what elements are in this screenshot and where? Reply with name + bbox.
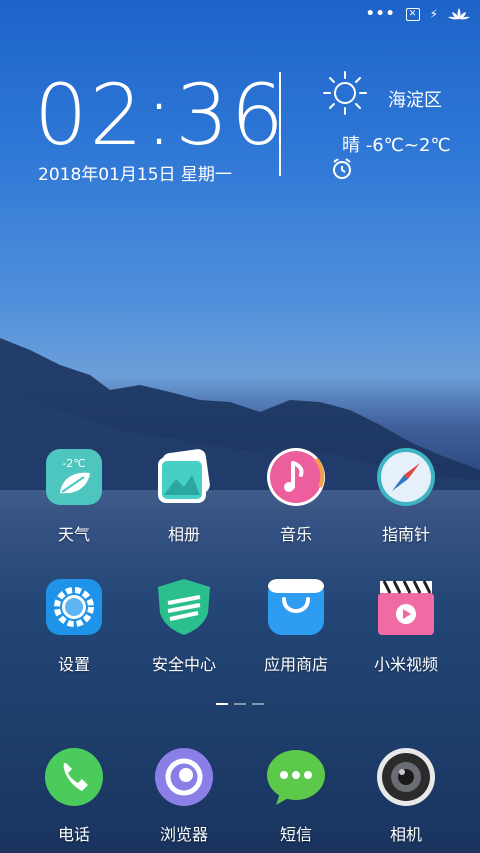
page-indicator	[216, 703, 264, 705]
app-label: 天气	[57, 525, 90, 544]
app-security[interactable]: 安全中心	[129, 577, 239, 675]
app-label: 指南针	[381, 525, 430, 544]
app-compass[interactable]: 指南针	[351, 447, 461, 545]
app-label: 浏览器	[159, 825, 208, 844]
charging-icon: ⚡	[429, 7, 438, 21]
app-label: 短信	[279, 825, 312, 844]
clock-date: 2018年01月15日 星期一	[38, 165, 232, 185]
app-store-icon	[268, 579, 324, 635]
sun-icon	[323, 71, 367, 115]
messages-icon	[267, 750, 325, 805]
camera-icon	[377, 748, 435, 806]
app-label: 安全中心	[151, 655, 216, 674]
clock-time[interactable]: 02:36	[34, 66, 286, 164]
security-icon	[158, 579, 210, 635]
dock-browser[interactable]: 浏览器	[129, 747, 239, 845]
app-label: 设置	[57, 655, 90, 674]
app-label: 相册	[167, 525, 200, 544]
browser-icon	[155, 748, 213, 806]
weather-summary: 晴 -6℃~2℃	[342, 135, 451, 156]
dock-messages[interactable]: 短信	[241, 747, 351, 845]
app-gallery[interactable]: 相册	[129, 447, 239, 545]
compass-icon	[377, 448, 435, 506]
notification-dots-icon: •••	[365, 6, 396, 22]
dock-camera[interactable]: 相机	[351, 747, 461, 845]
status-bar: ••• ✕ ⚡	[366, 4, 470, 24]
settings-icon	[46, 579, 102, 635]
music-icon	[267, 448, 325, 506]
page-dot	[252, 703, 264, 705]
widget-divider	[279, 72, 281, 176]
app-label: 小米视频	[373, 655, 438, 674]
app-label: 电话	[57, 825, 90, 844]
app-label: 音乐	[279, 525, 312, 544]
lotus-icon	[448, 8, 470, 20]
app-store[interactable]: 应用商店	[241, 577, 351, 675]
app-video[interactable]: 小米视频	[351, 577, 461, 675]
video-icon	[378, 580, 434, 635]
weather-district[interactable]: 海淀区	[388, 86, 442, 112]
page-dot	[234, 703, 246, 705]
app-music[interactable]: 音乐	[241, 447, 351, 545]
alarm-clock-icon[interactable]	[332, 158, 352, 180]
sim-disabled-icon: ✕	[405, 7, 420, 21]
gallery-icon	[158, 449, 210, 503]
svg-text:-2℃: -2℃	[62, 457, 85, 470]
app-weather[interactable]: -2℃ 天气	[19, 447, 129, 545]
page-dot-active	[216, 703, 228, 705]
dock-phone[interactable]: 电话	[19, 747, 129, 845]
app-label: 应用商店	[263, 655, 328, 674]
weather-icon: -2℃	[46, 449, 102, 505]
phone-icon	[45, 748, 103, 806]
app-settings[interactable]: 设置	[19, 577, 129, 675]
app-label: 相机	[389, 825, 422, 844]
